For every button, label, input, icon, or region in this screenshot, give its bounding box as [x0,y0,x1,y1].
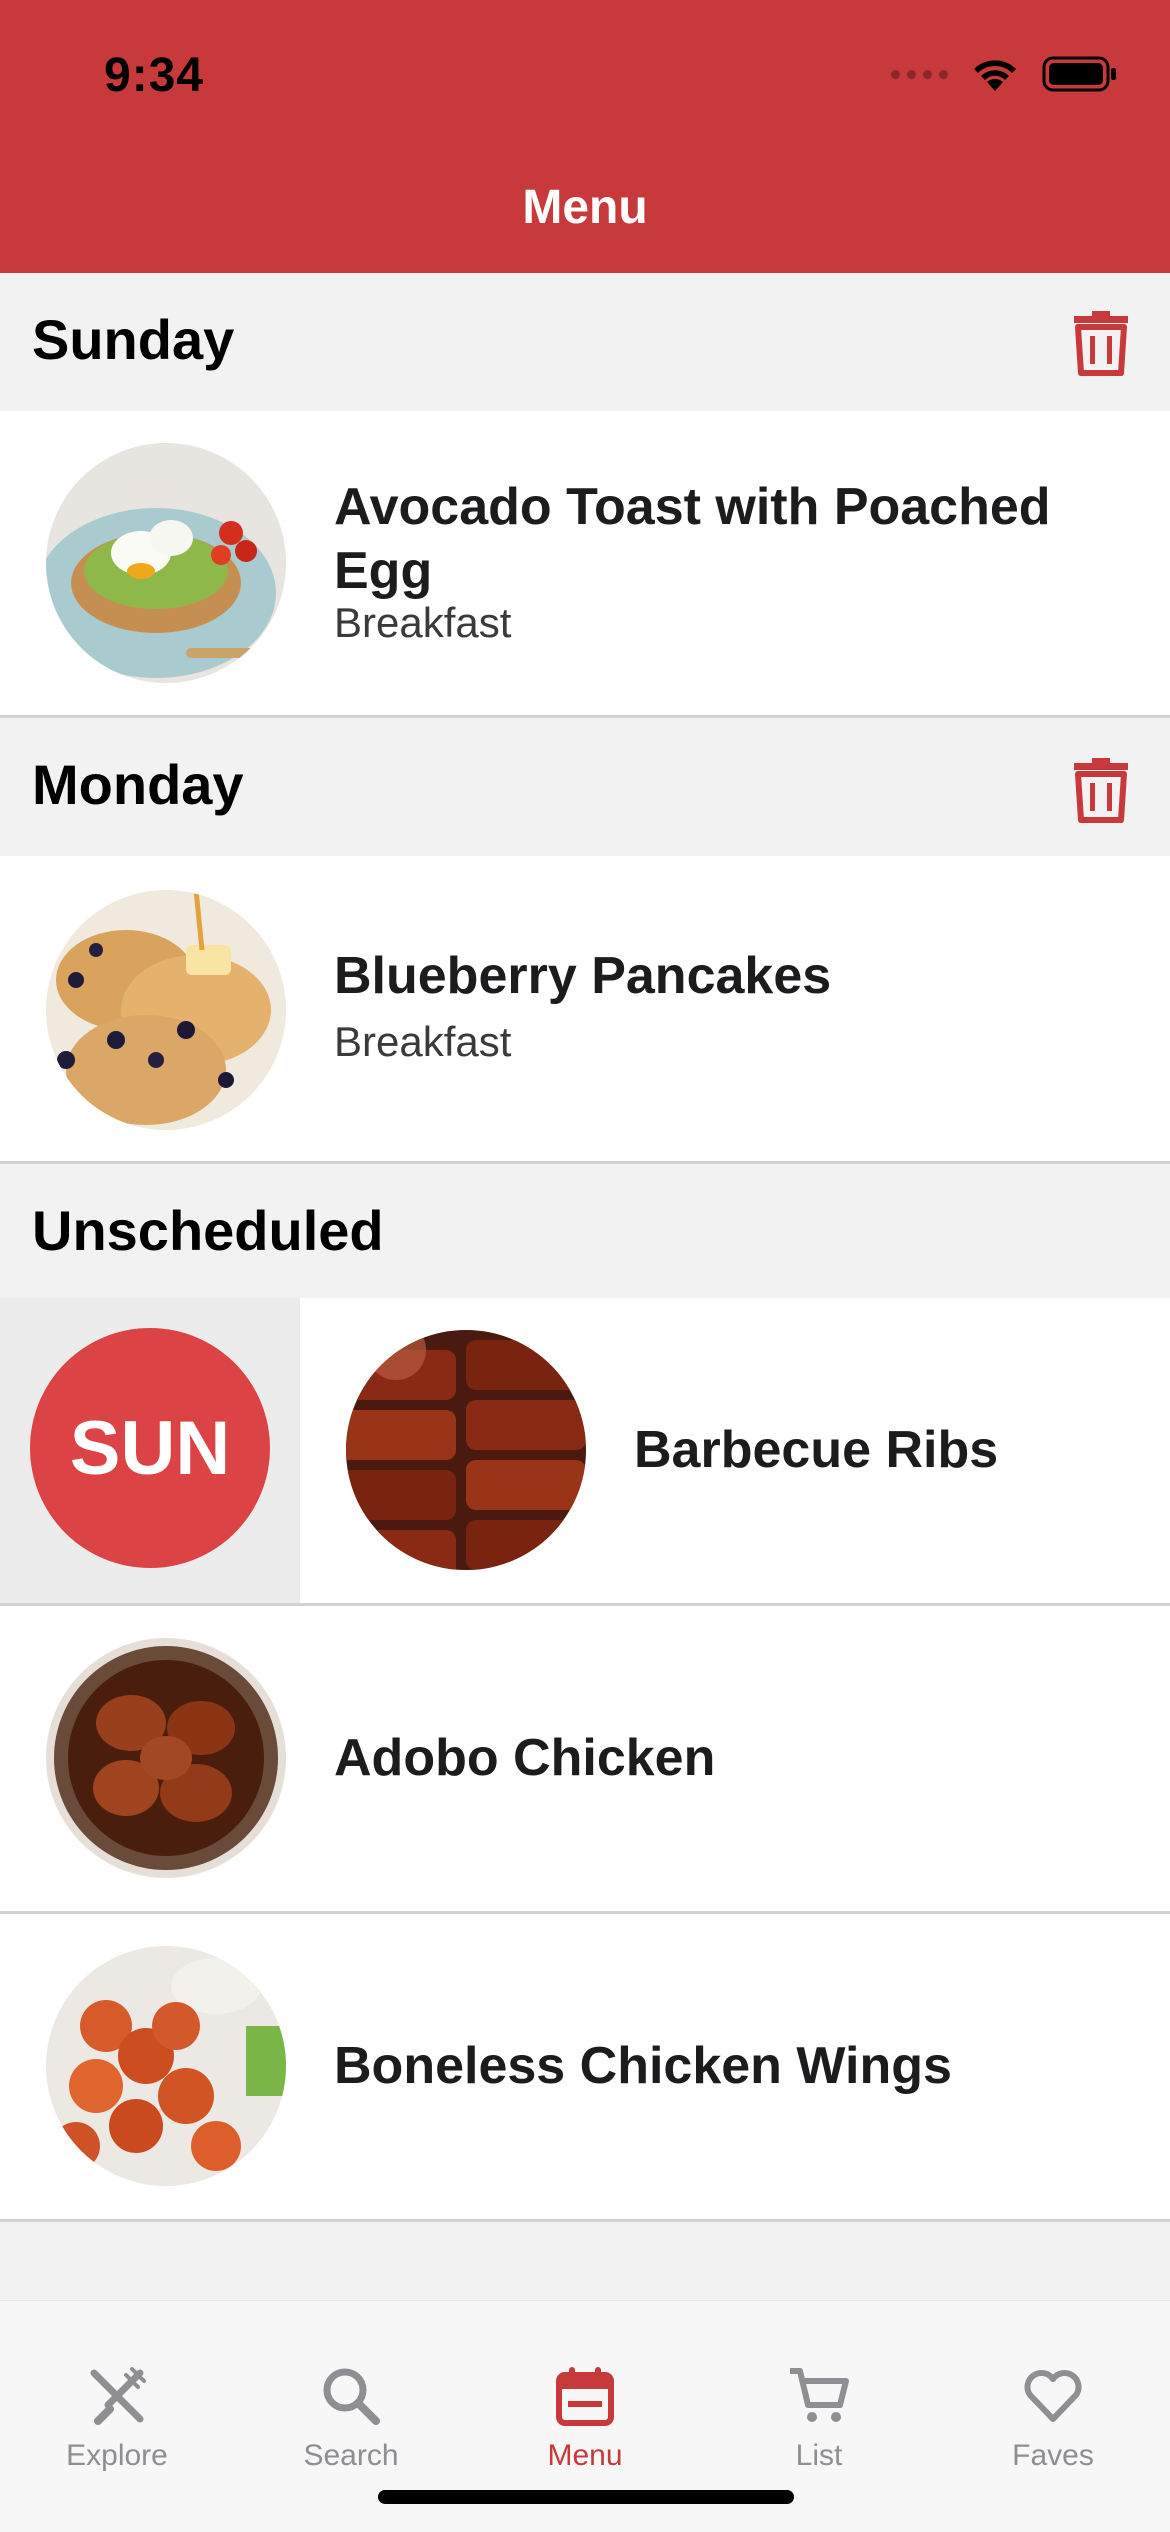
list-item[interactable]: Boneless Chicken Wings [0,1914,1170,2222]
recipe-image [46,443,286,683]
trash-icon [1074,311,1128,376]
section-header-monday: Monday [0,718,1170,856]
tab-explore[interactable]: Explore [0,2301,234,2472]
list-item[interactable]: Blueberry Pancakes Breakfast [0,856,1170,1164]
tab-label: List [795,2439,843,2472]
recipe-title: Barbecue Ribs [634,1421,999,1479]
section-title: Sunday [32,308,235,371]
recipe-image [46,1638,286,1878]
search-icon [323,2368,380,2425]
cart-icon [790,2368,849,2422]
wifi-icon [974,60,1016,91]
heart-icon [1024,2370,1082,2422]
tab-list[interactable]: List [702,2301,936,2472]
section-header-sunday: Sunday [0,273,1170,411]
recipe-image [346,1330,586,1570]
recipe-title: Avocado Toast with Poached Egg [334,478,1051,600]
app-screen: 9:34 Menu Sunday Avocado Toast with Poac… [0,0,1170,2532]
delete-day-button[interactable] [1070,754,1132,824]
tab-label: Faves [1012,2439,1094,2472]
recipe-category: Breakfast [334,599,512,646]
status-icons [891,52,1118,96]
section-title: Unscheduled [32,1199,384,1262]
recipe-title: Adobo Chicken [334,1729,716,1787]
fork-knife-icon [90,2367,146,2425]
nav-header: 9:34 Menu [0,0,1170,273]
page-title: Menu [522,181,648,234]
tab-menu[interactable]: Menu [468,2301,702,2472]
list-item[interactable]: Avocado Toast with Poached Egg Breakfast [0,411,1170,718]
recipe-image [46,890,286,1130]
delete-day-button[interactable] [1070,307,1132,377]
recipe-category: Breakfast [334,1018,512,1065]
swiped-row-content: Barbecue Ribs [300,1298,1170,1603]
home-indicator [378,2490,794,2504]
section-title: Monday [32,753,244,816]
tab-faves[interactable]: Faves [936,2301,1170,2472]
tab-search[interactable]: Search [234,2301,468,2472]
recipe-title: Boneless Chicken Wings [334,2037,952,2095]
battery-icon [1042,56,1116,92]
recipe-image [46,1946,286,2186]
list-item[interactable]: SUN Barbecue Ribs [0,1298,1170,1606]
section-header-unscheduled: Unscheduled [0,1164,1170,1298]
status-time: 9:34 [104,49,205,102]
schedule-sunday-button[interactable]: SUN [30,1328,270,1568]
tab-label: Menu [547,2439,623,2472]
tab-label: Explore [66,2439,168,2472]
recipe-title: Blueberry Pancakes [334,947,832,1005]
tab-label: Search [303,2439,399,2472]
calendar-icon [556,2367,614,2426]
list-item[interactable]: Adobo Chicken [0,1606,1170,1914]
signal-icon [891,69,948,79]
trash-icon [1074,758,1128,823]
